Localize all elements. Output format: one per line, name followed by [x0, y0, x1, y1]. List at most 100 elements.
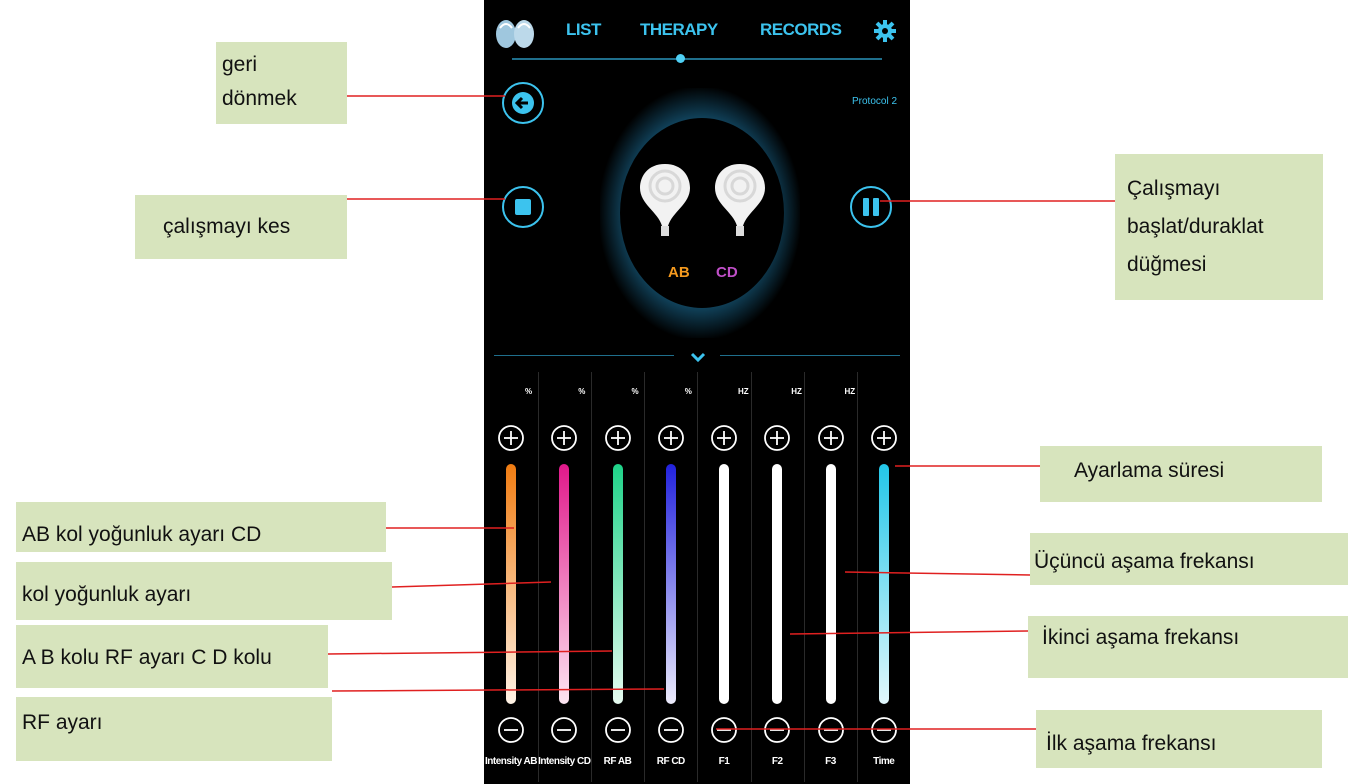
column-separator [697, 372, 699, 782]
annotation-intensity-cd: kol yoğunluk ayarı [16, 562, 392, 620]
decrease-button-f1[interactable] [710, 716, 738, 744]
column-separator [750, 372, 752, 782]
decrease-button-rf-cd[interactable] [657, 716, 685, 744]
slider-f3[interactable] [825, 464, 836, 704]
tab-therapy[interactable]: THERAPY [640, 20, 718, 40]
column-separator [644, 372, 646, 782]
annotation-text: İlk aşama frekansı [1046, 732, 1217, 755]
annotation-intensity-ab: AB kol yoğunluk ayarı CD [16, 502, 386, 552]
unit-label-f1: HZ [738, 387, 749, 396]
annotation-f3: Üçüncü aşama frekansı [1030, 533, 1348, 585]
minus-icon [764, 717, 791, 743]
annotation-text: çalışmayı kes [163, 215, 291, 238]
top-navigation: LIST THERAPY RECORDS [484, 0, 910, 63]
active-tab-indicator [676, 54, 685, 63]
plus-icon [498, 425, 524, 451]
gear-icon[interactable] [874, 20, 896, 42]
column-separator [803, 372, 805, 782]
electrode-pad-cd-icon [715, 164, 765, 236]
plus-icon [551, 425, 578, 451]
increase-button-time[interactable] [870, 424, 898, 452]
slider-label-rf-cd: RF CD [656, 756, 686, 767]
slider-label-f2: F2 [771, 756, 783, 767]
minus-icon [817, 717, 844, 743]
annotation-text: Ayarlama süresi [1074, 459, 1225, 482]
stop-button[interactable] [502, 186, 544, 228]
minus-icon [870, 717, 897, 743]
annotation-text: RF ayarı [22, 711, 103, 734]
minus-icon [604, 717, 631, 743]
chevron-down-icon[interactable] [689, 350, 707, 364]
annotation-f1: İlk aşama frekansı [1036, 710, 1322, 768]
slider-intensity-cd[interactable] [559, 464, 570, 704]
slider-f2[interactable] [772, 464, 783, 704]
tab-indicator-track [512, 58, 882, 60]
unit-label-rf-cd: % [684, 387, 692, 396]
unit-label-rf-ab: % [631, 387, 639, 396]
annotation-text: geri [222, 53, 258, 76]
arrow-left-icon [512, 92, 534, 114]
increase-button-intensity-ab[interactable] [497, 424, 525, 452]
decrease-button-intensity-ab[interactable] [497, 716, 525, 744]
pause-icon [863, 198, 879, 216]
annotation-back: geri dönmek [216, 42, 347, 124]
unit-label-f3: HZ [844, 387, 856, 396]
annotation-text: kol yoğunluk ayarı [22, 583, 192, 606]
tab-list[interactable]: LIST [566, 20, 601, 40]
plus-icon [870, 425, 897, 451]
plus-icon [817, 425, 844, 451]
slider-label-f3: F3 [825, 756, 836, 767]
increase-button-rf-cd[interactable] [657, 424, 685, 452]
slider-label-intensity-ab: Intensity AB [485, 756, 537, 767]
slider-intensity-ab[interactable] [506, 464, 516, 704]
increase-button-rf-ab[interactable] [604, 424, 632, 452]
annotation-text: düğmesi [1127, 253, 1207, 276]
decrease-button-f3[interactable] [817, 716, 845, 744]
minus-icon [711, 717, 737, 743]
channel-ab-label: AB [668, 264, 690, 281]
protocol-label: Protocol 2 [852, 96, 898, 107]
unit-label-f2: HZ [791, 387, 802, 396]
slider-time[interactable] [878, 464, 889, 704]
back-button[interactable] [502, 82, 544, 124]
slider-f1[interactable] [719, 464, 729, 704]
decrease-button-intensity-cd[interactable] [550, 716, 578, 744]
slider-label-time: Time [873, 756, 895, 767]
increase-button-f1[interactable] [710, 424, 738, 452]
column-separator [857, 372, 859, 782]
slider-rf-cd[interactable] [665, 464, 676, 704]
electrode-logo-icon[interactable] [492, 14, 538, 54]
increase-button-intensity-cd[interactable] [550, 424, 578, 452]
minus-icon [498, 717, 524, 743]
annotation-time: Ayarlama süresi [1040, 446, 1322, 502]
decrease-button-time[interactable] [870, 716, 898, 744]
increase-button-f2[interactable] [763, 424, 791, 452]
decrease-button-rf-ab[interactable] [604, 716, 632, 744]
increase-button-f3[interactable] [817, 424, 845, 452]
plus-icon [764, 425, 791, 451]
annotation-stop: çalışmayı kes [135, 195, 347, 259]
plus-icon [604, 425, 631, 451]
annotation-text: A B kolu RF ayarı C D kolu [22, 646, 272, 669]
annotation-start-pause: Çalışmayı başlat/duraklat düğmesi [1115, 154, 1323, 300]
annotation-f2: İkinci aşama frekansı [1028, 616, 1348, 678]
annotation-text: İkinci aşama frekansı [1042, 626, 1240, 649]
annotation-rf-ab: A B kolu RF ayarı C D kolu [16, 625, 328, 688]
decrease-button-f2[interactable] [763, 716, 791, 744]
annotation-text: dönmek [222, 87, 297, 110]
pause-button[interactable] [850, 186, 892, 228]
tab-records[interactable]: RECORDS [760, 20, 842, 40]
plus-icon [711, 425, 737, 451]
slider-label-intensity-cd: Intensity CD [538, 756, 591, 767]
plus-icon [657, 425, 684, 451]
minus-icon [551, 717, 578, 743]
unit-label-intensity-ab: % [525, 387, 533, 396]
unit-label-intensity-cd: % [578, 387, 586, 396]
section-divider-left [494, 355, 674, 356]
electrode-pad-ab-icon [640, 164, 690, 236]
channel-cd-label: CD [716, 264, 738, 281]
column-separator [590, 372, 592, 782]
annotation-text: başlat/duraklat [1127, 215, 1264, 238]
slider-rf-ab[interactable] [612, 464, 623, 704]
column-separator [537, 372, 539, 782]
